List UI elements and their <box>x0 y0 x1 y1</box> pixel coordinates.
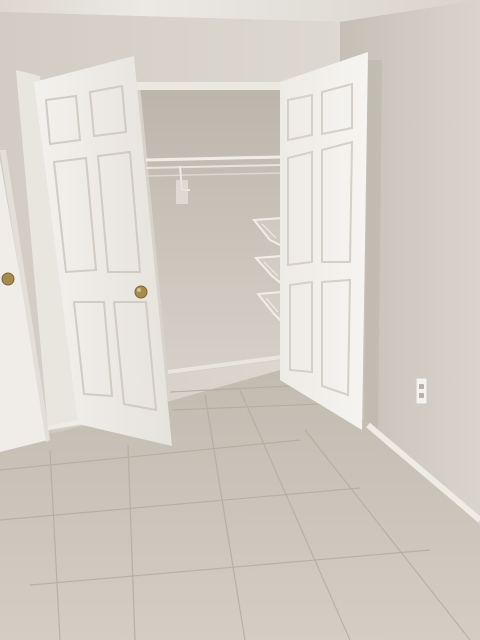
closet-door-right <box>280 52 368 430</box>
wall-outlet <box>415 377 428 405</box>
room-photo <box>0 0 480 640</box>
door-knob-left <box>1 272 15 286</box>
room-illustration <box>0 0 480 640</box>
closet-header <box>136 82 284 90</box>
door-knob <box>134 285 148 299</box>
